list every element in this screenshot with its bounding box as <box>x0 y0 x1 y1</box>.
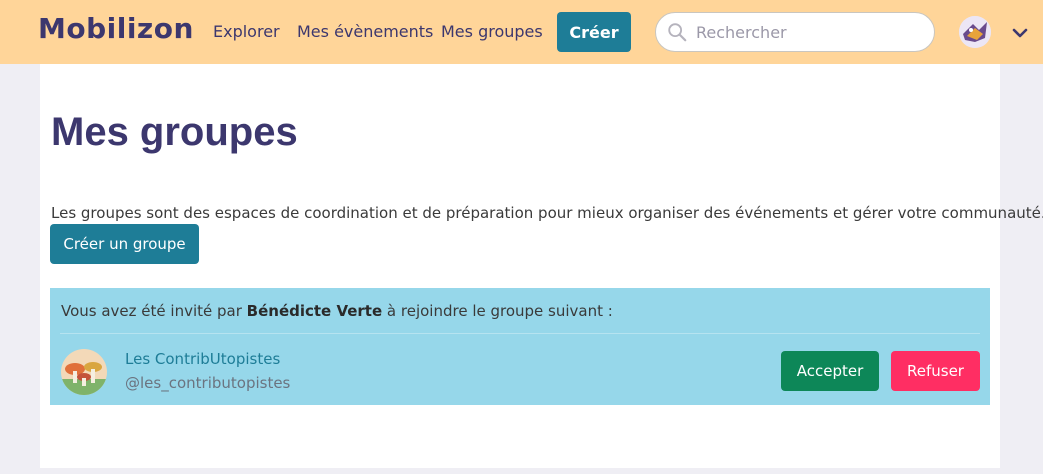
accept-button[interactable]: Accepter <box>781 351 879 391</box>
group-avatar-image <box>61 349 107 395</box>
invitation-suffix: à rejoindre le groupe suivant : <box>382 302 613 320</box>
search-box[interactable] <box>655 12 935 52</box>
invitation-message: Vous avez été invité par Bénédicte Verte… <box>61 302 613 320</box>
inviter-name: Bénédicte Verte <box>246 302 383 320</box>
invitation-prefix: Vous avez été invité par <box>61 302 247 320</box>
group-name-link[interactable]: Les ContribUtopistes <box>125 350 280 368</box>
search-input[interactable] <box>696 13 926 51</box>
nav-link-explorer[interactable]: Explorer <box>213 22 280 41</box>
nav-link-my-groups[interactable]: Mes groupes <box>441 22 543 41</box>
search-icon <box>668 23 687 42</box>
mobilizon-logo[interactable]: Mobilizon <box>38 12 194 45</box>
avatar-image <box>959 16 991 48</box>
group-avatar[interactable] <box>61 349 107 395</box>
user-avatar[interactable] <box>959 16 991 48</box>
top-navbar: Mobilizon Explorer Mes évènements Mes gr… <box>0 0 1043 64</box>
create-button[interactable]: Créer <box>557 12 631 52</box>
page-title: Mes groupes <box>51 110 298 154</box>
chevron-down-icon[interactable] <box>1011 24 1029 42</box>
create-group-button[interactable]: Créer un groupe <box>50 224 199 264</box>
nav-link-my-events[interactable]: Mes évènements <box>297 22 433 41</box>
group-handle: @les_contributopistes <box>125 374 291 392</box>
page-description: Les groupes sont des espaces de coordina… <box>51 204 1043 222</box>
reject-button[interactable]: Refuser <box>891 351 980 391</box>
main-panel: Mes groupes Les groupes sont des espaces… <box>40 64 1043 468</box>
group-invitation: Vous avez été invité par Bénédicte Verte… <box>50 288 990 405</box>
divider <box>60 333 980 334</box>
